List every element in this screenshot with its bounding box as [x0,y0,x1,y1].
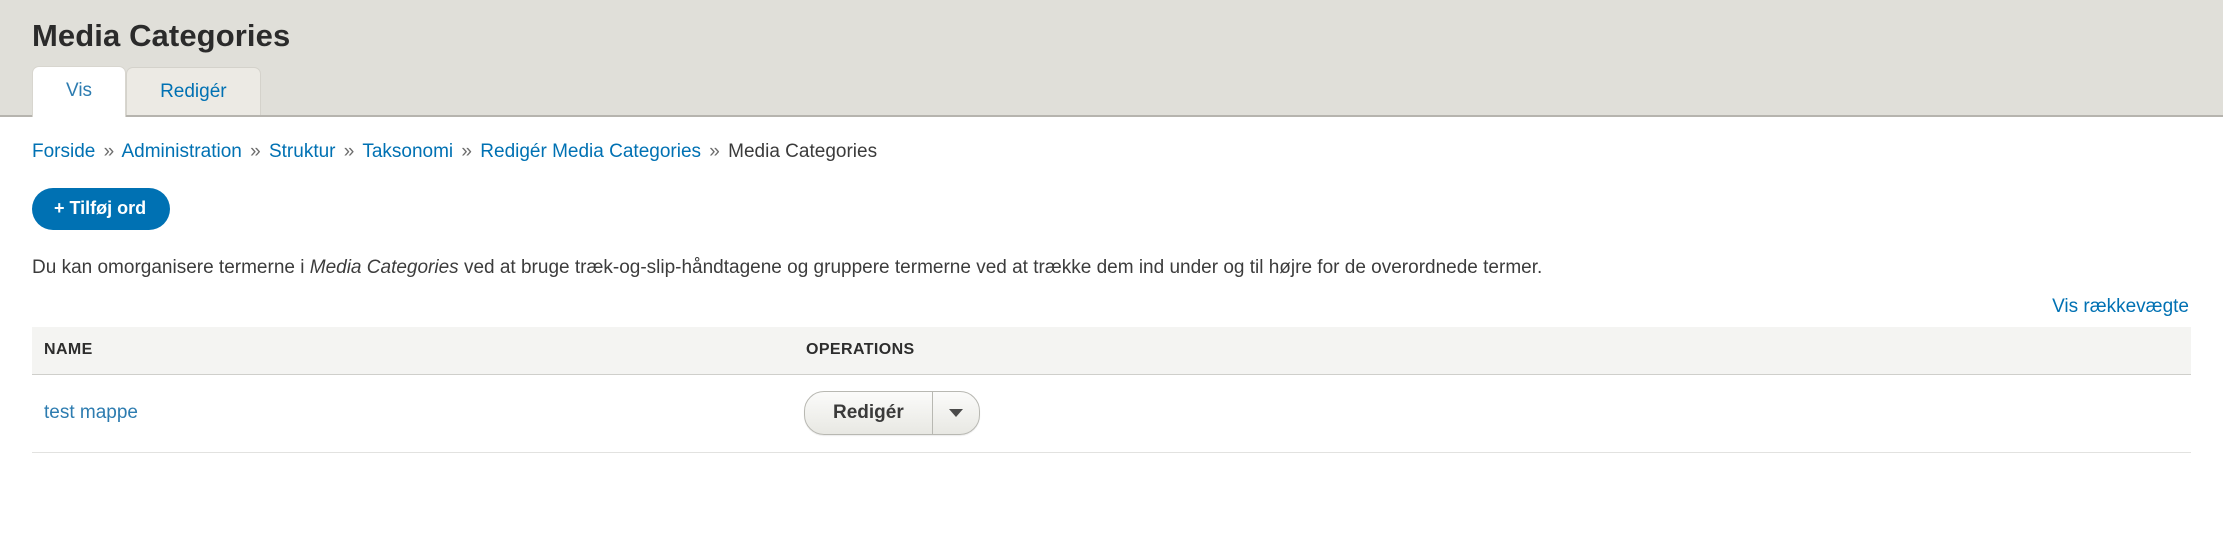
breadcrumb-item-rediger-media-categories[interactable]: Redigér Media Categories [480,141,701,162]
table-body: test mappe Redigér [32,374,2191,453]
term-operations-cell: Redigér [804,374,2191,453]
tab-rediger[interactable]: Redigér [126,67,261,117]
help-text-after: ved at bruge træk-og-slip-håndtagene og … [458,257,1543,279]
term-link-test-mappe[interactable]: test mappe [44,402,138,423]
breadcrumb-item-taksonomi[interactable]: Taksonomi [362,141,453,162]
row-weights-toggle-row: Vis rækkevægte [0,282,2223,318]
breadcrumb-item-struktur[interactable]: Struktur [269,141,336,162]
taxonomy-table-wrapper: NAME OPERATIONS test mappe Redigér [0,318,2223,453]
breadcrumb-item-administration[interactable]: Administration [121,141,241,162]
breadcrumb-separator: » [343,141,355,162]
page-header: Media Categories Vis Redigér [0,0,2223,117]
column-header-operations: OPERATIONS [804,326,2191,375]
breadcrumb-current: Media Categories [728,141,878,162]
table-head: NAME OPERATIONS [32,326,2191,375]
help-text-before: Du kan omorganisere termerne i [32,257,310,279]
table-row: test mappe Redigér [32,374,2191,453]
chevron-down-icon [948,408,963,417]
table-header-row: NAME OPERATIONS [32,326,2191,375]
main-content: Forside » Administration » Struktur » Ta… [0,117,2223,453]
breadcrumb: Forside » Administration » Struktur » Ta… [0,117,2223,166]
breadcrumb-separator: » [709,141,720,162]
tab-strip-divider [0,115,2223,117]
edit-term-button[interactable]: Redigér [805,392,932,434]
term-name-cell: test mappe [32,374,804,453]
show-row-weights-link[interactable]: Vis rækkevægte [2052,296,2189,317]
action-links: + Tilføj ord [0,166,2223,231]
taxonomy-overview-table: NAME OPERATIONS test mappe Redigér [32,326,2191,453]
help-vocabulary-name: Media Categories [309,257,459,279]
page-title: Media Categories [32,18,291,53]
dropbutton-toggle[interactable] [931,391,979,434]
breadcrumb-separator: » [461,141,472,162]
help-description: Du kan omorganisere termerne i Media Cat… [0,230,2223,282]
tab-vis[interactable]: Vis [32,66,127,117]
breadcrumb-separator: » [103,141,115,162]
breadcrumb-item-forside[interactable]: Forside [32,141,95,162]
primary-tabs: Vis Redigér [32,66,261,117]
column-header-name: NAME [32,326,804,375]
operations-dropbutton: Redigér [804,390,980,435]
add-term-button[interactable]: + Tilføj ord [32,187,171,231]
breadcrumb-separator: » [250,141,261,162]
